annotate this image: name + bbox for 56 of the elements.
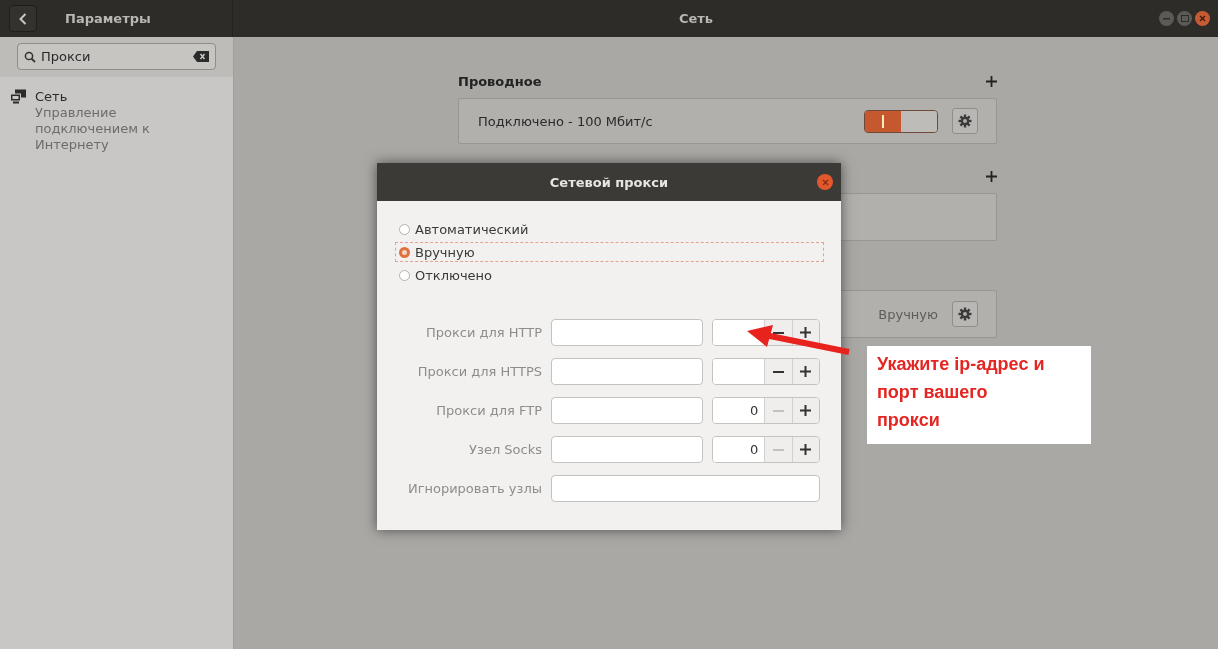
host-field[interactable]: [551, 358, 703, 385]
radio-option[interactable]: Отключено: [395, 265, 824, 285]
close-button[interactable]: [817, 174, 833, 190]
field-label: Игнорировать узлы: [406, 481, 542, 496]
close-icon: [821, 178, 829, 186]
plus-icon[interactable]: [986, 75, 997, 87]
close-icon: [1199, 15, 1206, 22]
radio-option[interactable]: Автоматический: [395, 219, 824, 239]
increment-button[interactable]: [791, 437, 819, 462]
close-button[interactable]: [1195, 11, 1210, 26]
host-field[interactable]: [551, 436, 703, 463]
maximize-icon: [1180, 15, 1189, 22]
gear-icon: [958, 307, 972, 321]
back-button[interactable]: [9, 5, 37, 32]
clear-icon[interactable]: [193, 51, 209, 62]
plus-icon[interactable]: [986, 170, 997, 182]
radio-option[interactable]: Вручную: [395, 242, 824, 262]
increment-button[interactable]: [791, 359, 819, 384]
plus-icon: [800, 327, 812, 338]
ignore-hosts-field[interactable]: [551, 475, 820, 502]
item-title: Сеть: [35, 89, 69, 105]
minimize-icon: [1163, 17, 1170, 20]
toggle-switch[interactable]: [864, 109, 938, 133]
item-description: Управление подключением к Интернету: [35, 105, 151, 153]
decrement-button[interactable]: [764, 359, 792, 384]
sidebar-item[interactable]: Сеть Управление подключением к Интернету: [0, 77, 233, 165]
plus-icon: [800, 405, 812, 416]
minus-icon: [772, 409, 784, 412]
search-icon: [24, 50, 36, 63]
network-icon: [10, 89, 27, 104]
minus-icon: [772, 448, 784, 451]
field-label: Прокси для HTTPS: [416, 364, 542, 379]
section-title: Проводное: [458, 73, 542, 89]
proxy-status: Вручную: [877, 306, 938, 322]
connection-status: Подключено - 100 Мбит/с: [478, 113, 654, 129]
app-title: Параметры: [65, 11, 151, 26]
port-spinner[interactable]: 0: [712, 397, 820, 424]
gear-icon: [958, 114, 972, 128]
host-field[interactable]: [551, 397, 703, 424]
annotation-text: Укажите ip-адрес и порт вашего прокси: [877, 353, 1046, 432]
settings-button[interactable]: [952, 108, 978, 134]
host-field[interactable]: [551, 319, 703, 346]
minus-icon: [772, 370, 784, 373]
dialog-title: Сетевой прокси: [549, 174, 669, 190]
field-label: Узел Socks: [468, 442, 542, 457]
search-field[interactable]: Прокси: [17, 43, 216, 70]
field-label: Прокси для HTTP: [424, 325, 542, 340]
field-label: Прокси для FTP: [435, 403, 542, 418]
increment-button[interactable]: [791, 398, 819, 423]
port-spinner[interactable]: 0: [712, 436, 820, 463]
minus-icon: [772, 331, 784, 334]
chevron-left-icon: [19, 12, 27, 25]
plus-icon: [800, 444, 812, 455]
plus-icon: [800, 366, 812, 377]
settings-button[interactable]: [952, 301, 978, 327]
window-title: Сеть: [678, 11, 714, 26]
